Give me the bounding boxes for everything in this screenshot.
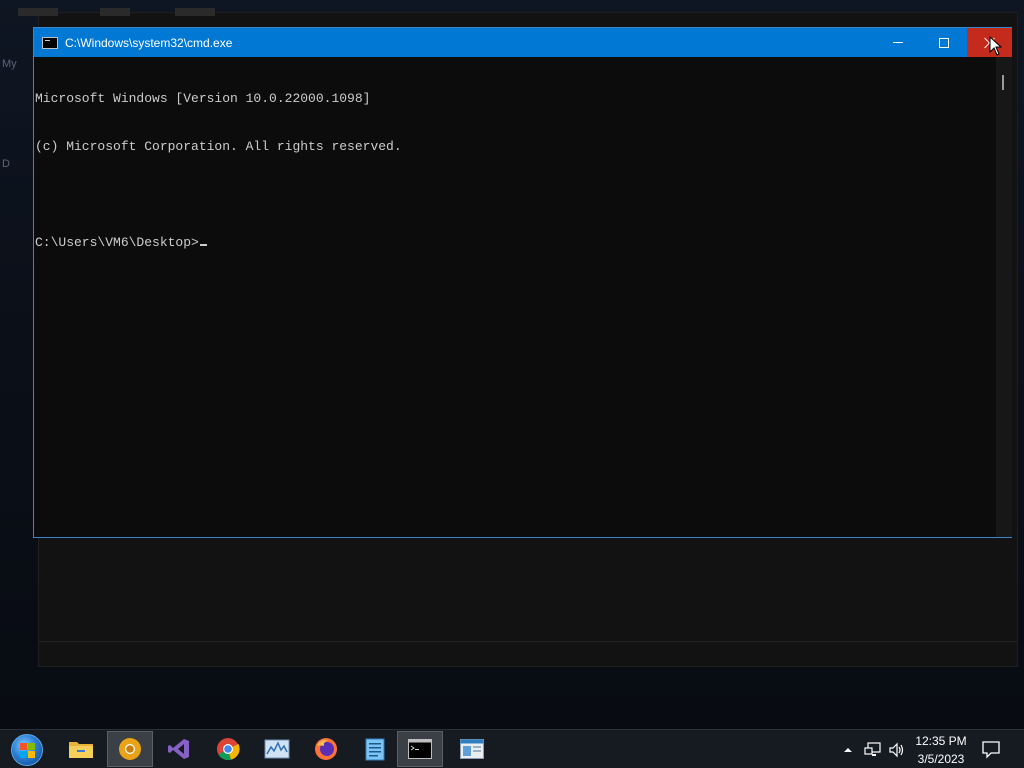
desktop-icon-label-fragment: D bbox=[2, 158, 10, 170]
taskbar-file-explorer[interactable] bbox=[58, 731, 104, 767]
app-window-icon bbox=[460, 739, 484, 759]
windows-logo-icon bbox=[11, 734, 43, 766]
taskbar-app-window[interactable] bbox=[449, 731, 495, 767]
notepad-icon bbox=[365, 738, 385, 761]
title-bar[interactable]: C:\Windows\system32\cmd.exe bbox=[34, 28, 1012, 57]
chrome-canary-icon bbox=[119, 738, 141, 760]
background-tab bbox=[100, 8, 130, 16]
console-prompt-line[interactable]: C:\Users\VM6\Desktop> bbox=[35, 235, 996, 251]
show-hidden-icons-button[interactable] bbox=[840, 730, 856, 768]
network-icon bbox=[864, 741, 881, 756]
taskbar: 12:35 PM 3/5/2023 bbox=[0, 729, 1024, 768]
network-tray-icon[interactable] bbox=[862, 730, 884, 768]
firefox-icon bbox=[315, 738, 337, 760]
taskbar-clock[interactable]: 12:35 PM 3/5/2023 bbox=[905, 732, 977, 768]
resource-monitor-icon bbox=[264, 739, 290, 759]
background-tab bbox=[18, 8, 58, 16]
vertical-scrollbar[interactable] bbox=[996, 57, 1012, 537]
scrollbar-thumb[interactable] bbox=[1002, 75, 1004, 90]
desktop-icon-label-fragment: My bbox=[2, 58, 17, 70]
maximize-icon bbox=[939, 37, 949, 48]
console-output[interactable]: Microsoft Windows [Version 10.0.22000.10… bbox=[34, 57, 996, 537]
visual-studio-icon bbox=[168, 739, 189, 759]
cmd-icon bbox=[408, 739, 432, 759]
taskbar-firefox[interactable] bbox=[303, 731, 349, 767]
console-line: (c) Microsoft Corporation. All rights re… bbox=[35, 139, 402, 154]
maximize-button[interactable] bbox=[921, 28, 967, 57]
start-button[interactable] bbox=[8, 732, 46, 768]
background-tab bbox=[175, 8, 215, 16]
taskbar-chrome-canary[interactable] bbox=[107, 731, 153, 767]
console-line: Microsoft Windows [Version 10.0.22000.10… bbox=[35, 91, 371, 106]
minimize-icon bbox=[893, 42, 903, 43]
speaker-icon bbox=[889, 742, 904, 757]
taskbar-command-prompt[interactable] bbox=[397, 731, 443, 767]
folder-icon bbox=[69, 742, 93, 758]
taskbar-notepad[interactable] bbox=[352, 731, 398, 767]
taskbar-visual-studio[interactable] bbox=[156, 731, 202, 767]
mouse-pointer-icon bbox=[989, 36, 1003, 56]
taskbar-resource-monitor[interactable] bbox=[254, 731, 300, 767]
chevron-up-icon bbox=[844, 747, 852, 752]
cmd-window[interactable]: C:\Windows\system32\cmd.exe Microsoft Wi… bbox=[33, 27, 1012, 538]
chrome-icon bbox=[217, 738, 240, 761]
background-divider bbox=[39, 641, 1017, 642]
clock-time: 12:35 PM bbox=[915, 734, 967, 748]
text-cursor bbox=[199, 244, 207, 246]
action-center-button[interactable] bbox=[980, 738, 1002, 760]
notification-icon bbox=[982, 741, 1000, 759]
window-title: C:\Windows\system32\cmd.exe bbox=[65, 35, 233, 50]
console-prompt: C:\Users\VM6\Desktop> bbox=[35, 235, 199, 250]
clock-date: 3/5/2023 bbox=[917, 752, 965, 766]
minimize-button[interactable] bbox=[875, 28, 921, 57]
cmd-icon[interactable] bbox=[42, 36, 58, 49]
taskbar-chrome[interactable] bbox=[205, 731, 251, 767]
